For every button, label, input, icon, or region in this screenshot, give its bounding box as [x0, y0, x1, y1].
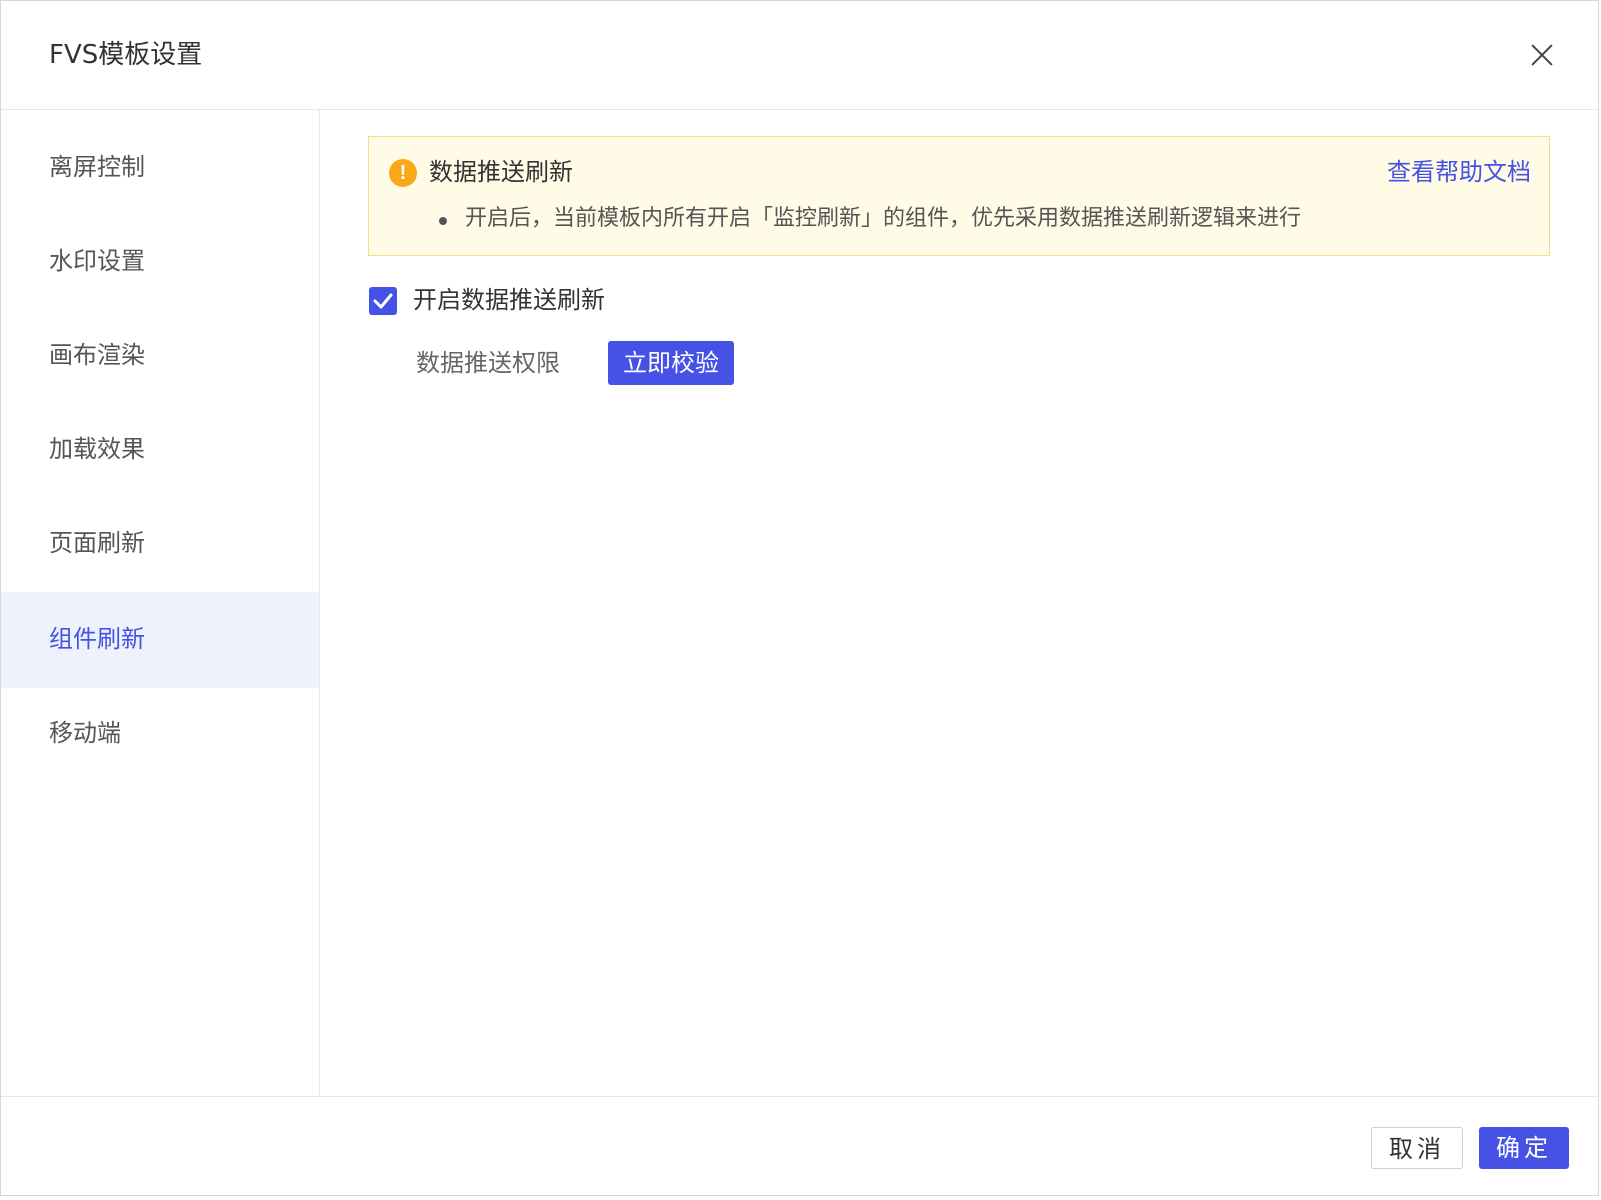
alert-title: 数据推送刷新 [429, 158, 573, 186]
dialog-footer: 取消 确定 [1, 1096, 1598, 1197]
sidebar-item-label: 组件刷新 [49, 625, 145, 653]
sidebar-item-label: 加载效果 [49, 435, 145, 463]
template-settings-dialog: FVS模板设置 离屏控制 水印设置 画布渲染 加载效果 页面刷新 组件刷新 移动… [0, 0, 1599, 1196]
sidebar-item-loading-effect[interactable]: 加载效果 [1, 402, 319, 498]
sidebar-item-label: 页面刷新 [49, 529, 145, 557]
verify-now-button[interactable]: 立即校验 [608, 341, 734, 385]
push-permission-label: 数据推送权限 [416, 349, 560, 377]
sidebar-item-watermark[interactable]: 水印设置 [1, 214, 319, 310]
dialog-title: FVS模板设置 [49, 40, 203, 70]
settings-sidebar: 离屏控制 水印设置 画布渲染 加载效果 页面刷新 组件刷新 移动端 [1, 110, 320, 1096]
help-doc-link[interactable]: 查看帮助文档 [1387, 155, 1531, 189]
sidebar-item-canvas-render[interactable]: 画布渲染 [1, 308, 319, 404]
push-refresh-checkbox[interactable] [369, 287, 397, 315]
info-alert: ! 数据推送刷新 查看帮助文档 开启后，当前模板内所有开启「监控刷新」的组件，优… [368, 136, 1550, 256]
settings-content: ! 数据推送刷新 查看帮助文档 开启后，当前模板内所有开启「监控刷新」的组件，优… [320, 110, 1598, 1096]
sidebar-item-label: 水印设置 [49, 247, 145, 275]
sidebar-item-label: 移动端 [49, 719, 121, 747]
confirm-button[interactable]: 确定 [1479, 1127, 1569, 1169]
sidebar-item-offscreen-control[interactable]: 离屏控制 [1, 120, 319, 216]
sidebar-item-mobile[interactable]: 移动端 [1, 686, 319, 782]
bullet-icon [439, 217, 447, 225]
check-icon [373, 293, 393, 309]
alert-description: 开启后，当前模板内所有开启「监控刷新」的组件，优先采用数据推送刷新逻辑来进行 [465, 206, 1302, 231]
sidebar-item-component-refresh[interactable]: 组件刷新 [1, 592, 319, 688]
sidebar-item-page-refresh[interactable]: 页面刷新 [1, 496, 319, 592]
warning-icon: ! [389, 159, 417, 187]
sidebar-item-label: 画布渲染 [49, 341, 145, 369]
cancel-button[interactable]: 取消 [1371, 1127, 1463, 1169]
push-refresh-checkbox-label[interactable]: 开启数据推送刷新 [413, 283, 605, 317]
close-icon[interactable] [1526, 39, 1558, 71]
sidebar-item-label: 离屏控制 [49, 153, 145, 181]
dialog-header: FVS模板设置 [1, 1, 1598, 110]
